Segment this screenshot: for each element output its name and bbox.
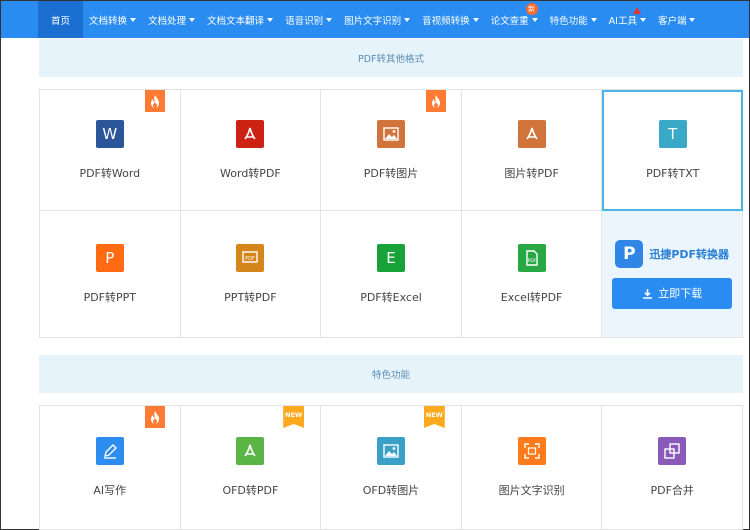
top-nav: 首页 文档转换 文档处理 文档文本翻译 语音识别 图片文字识别 音视频转换 论文… <box>1 1 749 38</box>
hot-flame-icon <box>144 406 165 428</box>
chevron-down-icon <box>639 17 646 22</box>
nav-item-home[interactable]: 首页 <box>38 1 84 38</box>
tool-card-label: PDF转图片 <box>363 166 419 180</box>
ppt-pdf-icon: PDF <box>236 243 265 272</box>
svg-text:PDF: PDF <box>527 258 536 264</box>
nav-label: AI工具 <box>608 15 637 27</box>
tool-card[interactable]: W PDF转Word <box>40 90 181 211</box>
nav-label: 语音识别 <box>285 15 324 27</box>
nav-item-speech[interactable]: 语音识别 <box>279 1 338 38</box>
pdf-icon <box>236 119 265 148</box>
nav-label: 客户端 <box>657 15 687 27</box>
ppt-icon: P <box>95 243 124 272</box>
tool-card-label: PDF转PPT <box>83 290 136 304</box>
svg-text:PDF: PDF <box>246 256 256 262</box>
chevron-down-icon <box>130 17 137 22</box>
pdf-icon <box>517 119 546 148</box>
text-icon: T <box>658 120 687 148</box>
tool-card-label: AI写作 <box>93 484 127 497</box>
nav-label: 特色功能 <box>549 15 588 27</box>
tool-card[interactable]: T PDF转TXT <box>602 90 743 211</box>
pen-icon <box>95 437 124 465</box>
hot-flame-icon <box>425 90 446 112</box>
tool-card[interactable]: E PDF转Excel <box>321 211 462 338</box>
nav-item-doc-process[interactable]: 文档处理 <box>142 1 201 38</box>
tool-grid-pdf-convert: W PDF转Word Word转PDF PDF转图片 图片转PDF T PDF转TXT P PD… <box>39 89 743 338</box>
nav-label: 图片文字识别 <box>344 15 402 27</box>
tool-card[interactable]: 图片文字识别 <box>461 406 603 530</box>
download-button-label: 立即下载 <box>658 287 703 300</box>
nav-label: 首页 <box>51 15 71 27</box>
section-title-features: 特色功能 <box>39 355 743 393</box>
tool-card[interactable]: P PDF转PPT <box>40 211 181 338</box>
nav-label: 论文查重 <box>490 15 529 27</box>
tool-card[interactable]: PDF合并 <box>602 406 743 530</box>
merge-icon <box>658 437 687 465</box>
tool-card-label: 图片转PDF <box>504 166 559 180</box>
section-title-pdf-convert: PDF转其他格式 <box>39 39 743 77</box>
new-tag: NEW <box>423 406 445 428</box>
chevron-down-icon <box>472 17 479 22</box>
download-promo: P 迅捷PDF转换器立即下载 <box>602 211 743 338</box>
nav-item-av-convert[interactable]: 音视频转换 <box>416 1 485 38</box>
nav-item-plagiarism[interactable]: 论文查重新 <box>485 1 544 38</box>
excel-pdf-icon: PDF <box>517 243 546 272</box>
chevron-down-icon <box>267 17 274 22</box>
chevron-down-icon <box>404 17 411 22</box>
promo-brand: P 迅捷PDF转换器 <box>615 239 730 268</box>
chevron-down-icon <box>590 17 597 22</box>
tool-card[interactable]: PDF Excel转PDF <box>461 211 603 338</box>
chevron-down-icon <box>531 17 538 22</box>
ofd-icon <box>236 437 265 465</box>
tool-card-label: PDF转Excel <box>360 290 422 304</box>
nav-label: 文档处理 <box>148 15 187 27</box>
tool-card-label: OFD转PDF <box>222 484 279 497</box>
chevron-down-icon <box>189 17 196 22</box>
tool-card-label: PDF转Word <box>79 166 141 180</box>
nav-item-features[interactable]: 特色功能 <box>544 1 603 38</box>
tool-grid-features: AI写作 NEW OFD转PDF NEW OFD转图片 图片文字识别 PDF合并 <box>39 405 743 530</box>
tool-card[interactable]: Word转PDF <box>180 90 322 211</box>
tool-card[interactable]: 图片转PDF <box>461 90 603 211</box>
scan-icon <box>517 437 546 465</box>
chevron-down-icon <box>326 17 333 22</box>
tool-card-label: 图片文字识别 <box>498 484 565 497</box>
tool-card-label: OFD转图片 <box>362 484 420 497</box>
tool-card[interactable]: NEW OFD转PDF <box>180 406 322 530</box>
tool-card-label: PPT转PDF <box>224 290 277 304</box>
nav-label: 文档转换 <box>89 15 128 27</box>
hot-flame-icon <box>144 90 165 112</box>
promo-brand-name: 迅捷PDF转换器 <box>649 247 730 261</box>
tool-card-label: PDF合并 <box>650 484 694 497</box>
tool-card-label: PDF转TXT <box>646 167 700 180</box>
nav-item-doc-convert[interactable]: 文档转换 <box>83 1 142 38</box>
tool-card-label: Word转PDF <box>220 166 281 180</box>
tool-card-label: Excel转PDF <box>500 290 563 304</box>
download-icon <box>643 288 653 299</box>
nav-item-client[interactable]: 客户端 <box>652 1 702 38</box>
new-badge: 新 <box>525 3 538 15</box>
chevron-down-icon <box>689 17 696 22</box>
tool-card[interactable]: AI写作 <box>40 406 181 530</box>
nav-item-ocr[interactable]: 图片文字识别 <box>338 1 416 38</box>
tool-card[interactable]: PDF PPT转PDF <box>180 211 322 338</box>
word-icon: W <box>95 119 124 148</box>
nav-label: 文档文本翻译 <box>207 15 265 27</box>
tool-card[interactable]: PDF转图片 <box>321 90 462 211</box>
nav-label: 音视频转换 <box>422 15 470 27</box>
ofd-image-icon <box>376 437 405 465</box>
tool-card[interactable]: NEW OFD转图片 <box>321 406 462 530</box>
nav-item-translate[interactable]: 文档文本翻译 <box>201 1 279 38</box>
hot-arrow-icon <box>632 7 641 14</box>
download-button[interactable]: 立即下载 <box>612 277 733 309</box>
new-tag: NEW <box>283 406 305 428</box>
nav-item-ai-tools[interactable]: AI工具 <box>603 1 652 38</box>
image-icon <box>376 119 405 148</box>
app-logo-icon: P <box>615 239 644 268</box>
excel-icon: E <box>376 243 405 272</box>
